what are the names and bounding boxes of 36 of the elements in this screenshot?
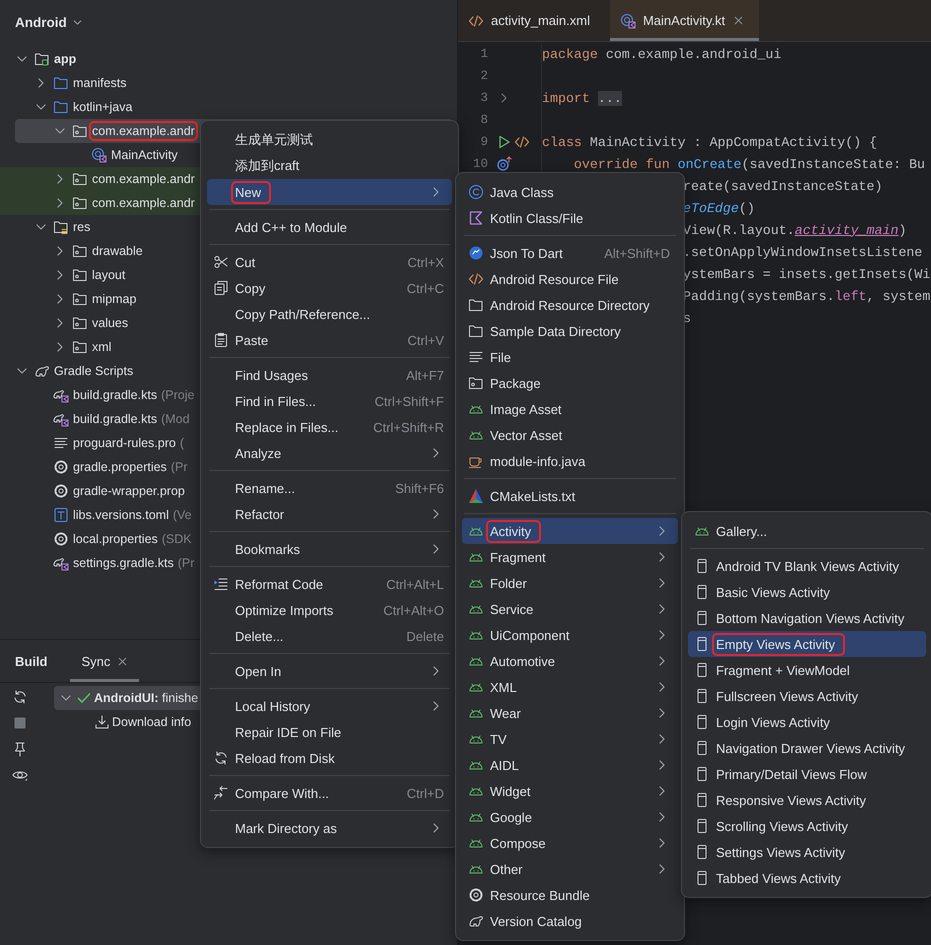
tree-item-hint: (Ve	[172, 508, 192, 522]
line-number: 2	[480, 69, 488, 83]
code-line: Padding(systemBars.left, system	[683, 288, 930, 304]
shortcut-label: Ctrl+Shift+F	[374, 394, 444, 408]
code-line: View(R.layout.activity_main)	[683, 222, 906, 238]
shortcut-label: Alt+F7	[406, 368, 444, 382]
tree-item-hint: (SDK	[162, 532, 192, 546]
line-number: 8	[480, 113, 488, 127]
shortcut-label: Ctrl+V	[408, 332, 444, 348]
shortcut-label: Ctrl+C	[406, 280, 444, 296]
line-number: 1	[480, 47, 488, 61]
panel-title: Build	[15, 654, 48, 668]
shortcut-label: Ctrl+Shift+R	[373, 420, 444, 434]
tree-item-hint: (Proje	[161, 388, 194, 402]
shortcut-label: Ctrl+Alt+O	[383, 602, 444, 618]
tree-item-hint: (	[180, 436, 184, 450]
code-line: package com.example.android_ui	[542, 46, 782, 62]
tree-item-hint: (Pr	[178, 556, 194, 570]
code-line: override fun onCreate(savedInstanceState: Bu	[572, 156, 926, 172]
code-line: reate(savedInstanceState)	[683, 178, 882, 194]
code-line: .setOnApplyWindowInsetsListene	[683, 244, 922, 260]
shortcut-label: Shift+F6	[395, 480, 444, 496]
line-number: 3	[480, 91, 488, 105]
code-line: eToEdge()	[683, 200, 755, 216]
code-line: class MainActivity : AppCompatActivity() {	[542, 134, 878, 150]
tree-item-hint: (Mod	[161, 412, 190, 426]
shortcut-label: Alt+Shift+D	[604, 246, 670, 260]
shortcut-label: Delete	[406, 628, 444, 644]
tree-item-hint: (Pr	[170, 460, 188, 474]
shortcut-label: Ctrl+D	[406, 786, 444, 800]
code-line: import ...	[542, 90, 622, 106]
shortcut-label: Ctrl+X	[408, 254, 444, 270]
line-number: 10	[472, 157, 488, 171]
line-number: 9	[480, 135, 488, 149]
shortcut-label: Ctrl+Alt+L	[386, 576, 444, 592]
code-line: ystemBars = insets.getInsets(Wi	[683, 266, 930, 282]
